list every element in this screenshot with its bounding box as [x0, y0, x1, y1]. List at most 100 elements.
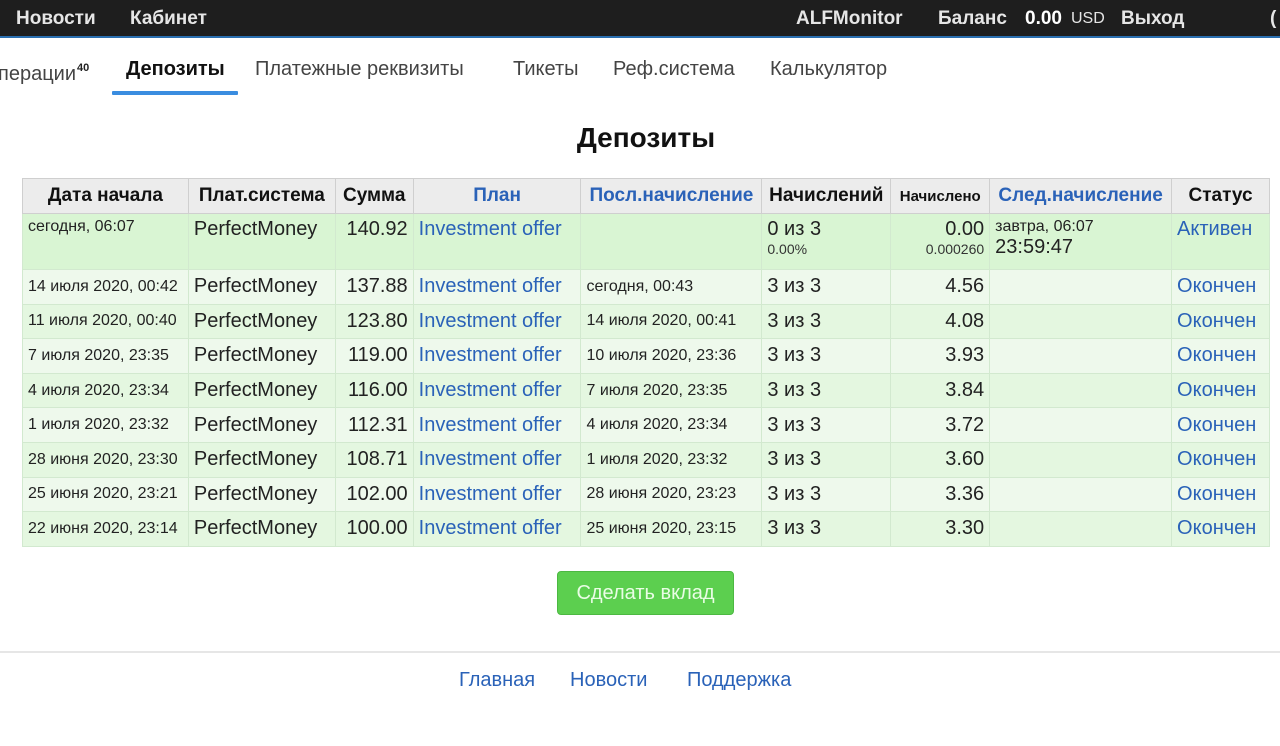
- header-amount: Сумма: [334, 178, 414, 214]
- cell-last-accrual: 25 июня 2020, 23:15: [580, 511, 763, 547]
- cell-start-date: сегодня, 06:07: [22, 213, 189, 270]
- table-row: 14 июля 2020, 00:42 PerfectMoney 137.88 Inv…: [22, 269, 1270, 305]
- cell-plan-link[interactable]: Investment offer: [412, 269, 582, 305]
- cell-accrued: 3.84: [890, 372, 991, 409]
- header-last-accrual-sort[interactable]: Посл.начисление: [580, 178, 763, 214]
- cell-plan-link[interactable]: Investment offer: [412, 441, 582, 478]
- accruals-percent: 0.00%: [767, 241, 808, 257]
- cell-start-date: 4 июля 2020, 23:34: [22, 372, 189, 409]
- cell-pay-system: PerfectMoney: [187, 372, 336, 409]
- cell-status-link[interactable]: Окончен: [1171, 269, 1270, 305]
- nav-news-link[interactable]: Новости: [16, 0, 96, 38]
- cell-start-date: 14 июля 2020, 00:42: [22, 269, 189, 305]
- logout-link[interactable]: Выход: [1121, 0, 1184, 38]
- accrued-sub-amount: 0.000260: [925, 241, 985, 257]
- cell-status-link[interactable]: Окончен: [1171, 372, 1270, 409]
- balance-currency: USD: [1071, 10, 1105, 27]
- table-row: 7 июля 2020, 23:35 PerfectMoney 119.00 Inve…: [22, 338, 1270, 374]
- cell-next-accrual: [989, 269, 1173, 305]
- topbar-edge-fragment: (: [1270, 8, 1277, 29]
- next-accrual-countdown: 23:59:47: [995, 236, 1074, 258]
- cell-accruals: 3 из 3: [761, 269, 892, 305]
- cell-accrued: 3.93: [890, 338, 991, 374]
- cell-next-accrual: [989, 338, 1173, 374]
- cell-amount: 116.00: [334, 372, 414, 409]
- operations-count-badge: 40: [77, 62, 90, 74]
- cell-accruals: 0 из 3 0.00%: [761, 213, 892, 270]
- cell-amount: 137.88: [334, 269, 414, 305]
- footer-news-link[interactable]: Новости: [570, 669, 647, 692]
- cell-accrued: 3.36: [890, 476, 991, 513]
- cell-next-accrual: [989, 441, 1173, 478]
- cell-last-accrual: 7 июля 2020, 23:35: [580, 372, 763, 409]
- cell-next-accrual: [989, 372, 1173, 409]
- cell-plan-link[interactable]: Investment offer: [412, 407, 582, 443]
- cell-last-accrual: 4 июля 2020, 23:34: [580, 407, 763, 443]
- cell-amount: 140.92: [334, 213, 414, 270]
- brand-link[interactable]: ALFMonitor: [796, 0, 903, 38]
- cell-last-accrual: 1 июля 2020, 23:32: [580, 441, 763, 478]
- cell-last-accrual: [580, 213, 763, 270]
- cell-next-accrual: [989, 511, 1173, 547]
- page-title: Депозиты: [576, 122, 716, 153]
- header-plan-sort[interactable]: План: [412, 178, 582, 214]
- cell-status-link[interactable]: Окончен: [1171, 511, 1270, 547]
- cell-status-link[interactable]: Окончен: [1171, 338, 1270, 374]
- cell-next-accrual: [989, 303, 1173, 340]
- cell-start-date: 1 июля 2020, 23:32: [22, 407, 189, 443]
- tab-tickets[interactable]: Тикеты: [513, 58, 578, 81]
- cell-accruals: 3 из 3: [761, 303, 892, 340]
- accruals-count: 0 из 3: [767, 218, 822, 240]
- tab-payment-details[interactable]: Платежные реквизиты: [255, 58, 464, 81]
- cell-amount: 112.31: [334, 407, 414, 443]
- table-row: 28 июня 2020, 23:30 PerfectMoney 108.71 Inv…: [22, 441, 1270, 478]
- accrued-amount: 0.00: [945, 218, 985, 240]
- cell-accrued: 3.60: [890, 441, 991, 478]
- footer-support-link[interactable]: Поддержка: [687, 669, 791, 692]
- cell-plan-link[interactable]: Investment offer: [412, 476, 582, 513]
- cell-accruals: 3 из 3: [761, 441, 892, 478]
- cell-status-link[interactable]: Окончен: [1171, 303, 1270, 340]
- cell-plan-link[interactable]: Investment offer: [412, 213, 582, 270]
- cell-amount: 119.00: [334, 338, 414, 374]
- cell-accruals: 3 из 3: [761, 511, 892, 547]
- header-status: Статус: [1171, 178, 1270, 214]
- footer-divider: [0, 651, 1280, 653]
- cell-accrued: 0.00 0.000260: [890, 213, 991, 270]
- tab-deposits[interactable]: Депозиты: [126, 58, 225, 81]
- table-header-row: Дата начала Плат.система Сумма План Посл…: [22, 178, 1270, 214]
- balance-amount: 0.00: [1025, 8, 1062, 29]
- cell-status-link[interactable]: Активен: [1171, 213, 1270, 270]
- cell-pay-system: PerfectMoney: [187, 441, 336, 478]
- table-row: 25 июня 2020, 23:21 PerfectMoney 102.00 Inv…: [22, 476, 1270, 513]
- tab-operations[interactable]: перации40: [0, 62, 89, 86]
- cell-last-accrual: сегодня, 00:43: [580, 269, 763, 305]
- tab-referral[interactable]: Реф.система: [613, 58, 735, 81]
- cell-last-accrual: 14 июля 2020, 00:41: [580, 303, 763, 340]
- cell-plan-link[interactable]: Investment offer: [412, 338, 582, 374]
- cell-start-date: 11 июля 2020, 00:40: [22, 303, 189, 340]
- cell-pay-system: PerfectMoney: [187, 476, 336, 513]
- cell-plan-link[interactable]: Investment offer: [412, 303, 582, 340]
- table-row: 22 июня 2020, 23:14 PerfectMoney 100.00 Inv…: [22, 511, 1270, 547]
- cell-start-date: 25 июня 2020, 23:21: [22, 476, 189, 513]
- cell-plan-link[interactable]: Investment offer: [412, 511, 582, 547]
- cell-start-date: 22 июня 2020, 23:14: [22, 511, 189, 547]
- table-row: 11 июля 2020, 00:40 PerfectMoney 123.80 Inv…: [22, 303, 1270, 340]
- cell-plan-link[interactable]: Investment offer: [412, 372, 582, 409]
- nav-cabinet-link[interactable]: Кабинет: [130, 0, 207, 38]
- header-next-accrual-sort[interactable]: След.начисление: [989, 178, 1173, 214]
- cell-amount: 123.80: [334, 303, 414, 340]
- table-row: 1 июля 2020, 23:32 PerfectMoney 112.31 Inve…: [22, 407, 1270, 443]
- cell-pay-system: PerfectMoney: [187, 338, 336, 374]
- tab-calculator[interactable]: Калькулятор: [770, 58, 887, 81]
- cell-status-link[interactable]: Окончен: [1171, 441, 1270, 478]
- footer-home-link[interactable]: Главная: [459, 669, 535, 692]
- cell-amount: 102.00: [334, 476, 414, 513]
- cell-pay-system: PerfectMoney: [187, 269, 336, 305]
- next-accrual-date: завтра, 06:07: [995, 218, 1094, 235]
- cell-accrued: 3.30: [890, 511, 991, 547]
- cell-status-link[interactable]: Окончен: [1171, 407, 1270, 443]
- cell-status-link[interactable]: Окончен: [1171, 476, 1270, 513]
- make-deposit-button[interactable]: Сделать вклад: [557, 571, 734, 615]
